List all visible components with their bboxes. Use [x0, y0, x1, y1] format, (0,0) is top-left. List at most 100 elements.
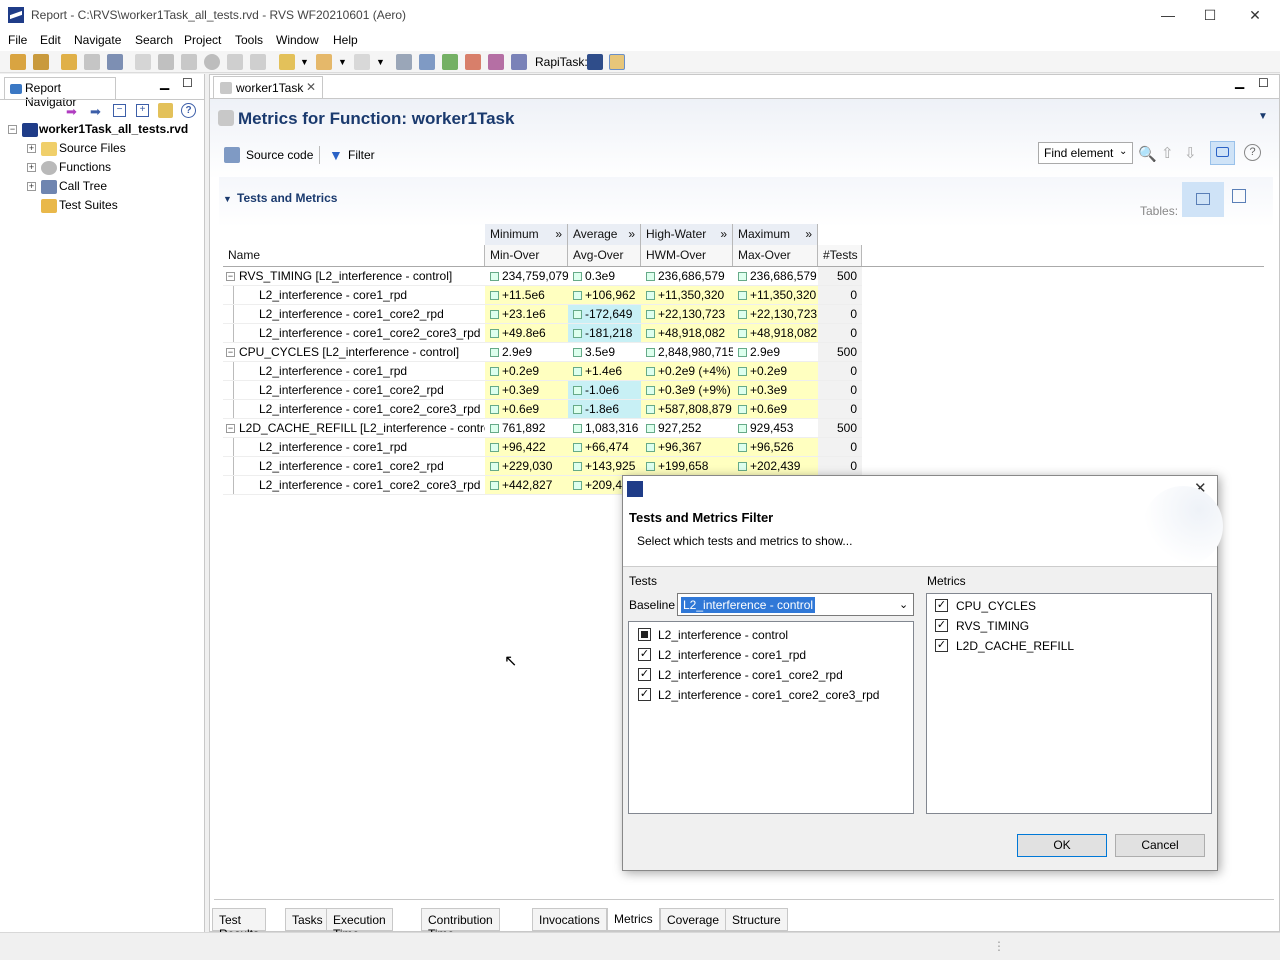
checked-checkbox[interactable]: ✓: [638, 668, 651, 681]
menu-search[interactable]: Search: [135, 33, 173, 47]
collapse-toggle[interactable]: −: [226, 424, 235, 433]
expand-toggle[interactable]: +: [27, 163, 36, 172]
menu-window[interactable]: Window: [276, 33, 319, 47]
checked-checkbox[interactable]: ✓: [935, 599, 948, 612]
col-max-over[interactable]: Max-Over: [733, 245, 818, 266]
new-report-icon[interactable]: [33, 54, 49, 70]
link-arrow-icon[interactable]: ➡: [66, 104, 77, 120]
chart-icon[interactable]: [465, 54, 481, 70]
tab-execution-time[interactable]: Execution Time: [326, 908, 393, 941]
settings-icon[interactable]: [181, 54, 197, 70]
col-group-maximum[interactable]: Maximum »: [733, 224, 818, 245]
baseline-select[interactable]: L2_interference - control ⌄: [677, 593, 914, 616]
comments-toggle[interactable]: [1210, 141, 1235, 165]
minimize-editor-icon[interactable]: ▁: [1235, 75, 1244, 89]
tab-coverage[interactable]: Coverage: [660, 908, 727, 931]
rapitask-grid-icon[interactable]: [587, 54, 603, 70]
col-name[interactable]: Name: [223, 245, 485, 266]
menu-edit[interactable]: Edit: [40, 33, 61, 47]
menu-project[interactable]: Project: [184, 33, 221, 47]
print-icon[interactable]: [107, 54, 123, 70]
new-icon[interactable]: [10, 54, 26, 70]
checked-checkbox[interactable]: ✓: [935, 639, 948, 652]
run-icon[interactable]: [204, 54, 220, 70]
col-group-average[interactable]: Average »: [568, 224, 641, 245]
forward-arrow-icon[interactable]: [354, 54, 370, 70]
collapse-toggle[interactable]: −: [226, 272, 235, 281]
up-arrow-icon[interactable]: [279, 54, 295, 70]
close-tab-icon[interactable]: ✕: [306, 80, 316, 94]
cell-name[interactable]: L2_interference - core1_core2_core3_rpd: [223, 400, 485, 419]
col-group-minimum[interactable]: Minimum »: [485, 224, 568, 245]
cell-name[interactable]: L2_interference - core1_core2_rpd: [223, 457, 485, 476]
export-icon[interactable]: [135, 54, 151, 70]
cell-name[interactable]: L2_interference - core1_core2_rpd: [223, 305, 485, 324]
collapse-section-icon[interactable]: ▼: [223, 194, 232, 204]
up-dropdown-icon[interactable]: ▼: [300, 57, 309, 67]
col-avg-over[interactable]: Avg-Over: [568, 245, 641, 266]
cell-name[interactable]: L2_interference - core1_rpd: [223, 286, 485, 305]
help-icon[interactable]: ?: [181, 103, 196, 118]
rapitask-link-icon[interactable]: [609, 54, 625, 70]
tab-test-results[interactable]: Test Results: [212, 908, 267, 941]
cell-name[interactable]: − RVS_TIMING [L2_interference - control]: [223, 267, 485, 286]
cell-name[interactable]: L2_interference - core1_core2_core3_rpd: [223, 324, 485, 343]
previous-icon[interactable]: ⇧: [1161, 144, 1174, 162]
ok-button[interactable]: OK: [1017, 834, 1107, 857]
col-tests[interactable]: #Tests: [818, 245, 862, 266]
forward-icon[interactable]: ➡: [90, 104, 101, 120]
tab-tasks[interactable]: Tasks: [285, 908, 330, 931]
back-dropdown-icon[interactable]: ▼: [338, 57, 347, 67]
list-icon[interactable]: [396, 54, 412, 70]
expand-toggle[interactable]: +: [27, 144, 36, 153]
checked-checkbox[interactable]: ✓: [935, 619, 948, 632]
maximize-view-icon[interactable]: ☐: [182, 76, 193, 90]
close-button[interactable]: ✕: [1235, 4, 1275, 26]
tab-worker1task[interactable]: worker1Task ✕: [213, 76, 323, 98]
tab-structure[interactable]: Structure: [725, 908, 788, 931]
tab-invocations[interactable]: Invocations: [532, 908, 607, 931]
section-title[interactable]: Tests and Metrics: [237, 191, 337, 205]
flat-table-icon[interactable]: [1232, 189, 1246, 203]
filter-bars-icon[interactable]: [488, 54, 504, 70]
col-hwm-over[interactable]: HWM-Over: [641, 245, 733, 266]
minimize-view-icon[interactable]: ▁: [160, 76, 169, 90]
checked-checkbox[interactable]: ✓: [638, 688, 651, 701]
cancel-button[interactable]: Cancel: [1115, 834, 1205, 857]
view-menu-icon[interactable]: ▼: [1258, 111, 1268, 122]
step-icon[interactable]: [227, 54, 243, 70]
back-arrow-icon[interactable]: [316, 54, 332, 70]
menu-navigate[interactable]: Navigate: [74, 33, 121, 47]
cell-name[interactable]: L2_interference - core1_rpd: [223, 362, 485, 381]
collapse-all-icon[interactable]: −: [113, 104, 126, 117]
cell-name[interactable]: L2_interference - core1_core2_rpd: [223, 381, 485, 400]
help-icon[interactable]: ?: [1244, 144, 1261, 161]
cell-name[interactable]: − CPU_CYCLES [L2_interference - control]: [223, 343, 485, 362]
collapse-toggle[interactable]: −: [226, 348, 235, 357]
tab-report-navigator[interactable]: Report Navigator: [4, 77, 116, 109]
tab-metrics[interactable]: Metrics: [607, 908, 660, 931]
sync-icon[interactable]: [158, 103, 173, 118]
tree-table-toggle[interactable]: [1182, 182, 1224, 217]
expand-all-icon[interactable]: +: [136, 104, 149, 117]
menu-tools[interactable]: Tools: [235, 33, 263, 47]
cell-name[interactable]: L2_interference - core1_core2_core3_rpd: [223, 476, 485, 495]
search-icon[interactable]: 🔍: [1138, 145, 1157, 163]
minimize-button[interactable]: —: [1148, 4, 1188, 26]
menu-file[interactable]: File: [8, 33, 27, 47]
checked-checkbox[interactable]: ✓: [638, 648, 651, 661]
next-icon[interactable]: ⇩: [1184, 144, 1197, 162]
find-element-dropdown[interactable]: Find element ⌄: [1038, 142, 1133, 164]
indeterminate-checkbox[interactable]: [638, 628, 651, 641]
menu-help[interactable]: Help: [333, 33, 358, 47]
table-icon[interactable]: [419, 54, 435, 70]
maximize-button[interactable]: ☐: [1190, 4, 1230, 26]
maximize-editor-icon[interactable]: ☐: [1258, 76, 1269, 90]
cell-name[interactable]: − L2D_CACHE_REFILL [L2_interference - con…: [223, 419, 485, 438]
forward-dropdown-icon[interactable]: ▼: [376, 57, 385, 67]
tab-contribution-time[interactable]: Contribution Time: [421, 908, 500, 941]
open-icon[interactable]: [61, 54, 77, 70]
cell-name[interactable]: L2_interference - core1_rpd: [223, 438, 485, 457]
col-group-high-water[interactable]: High-Water »: [641, 224, 733, 245]
expand-toggle[interactable]: +: [27, 182, 36, 191]
